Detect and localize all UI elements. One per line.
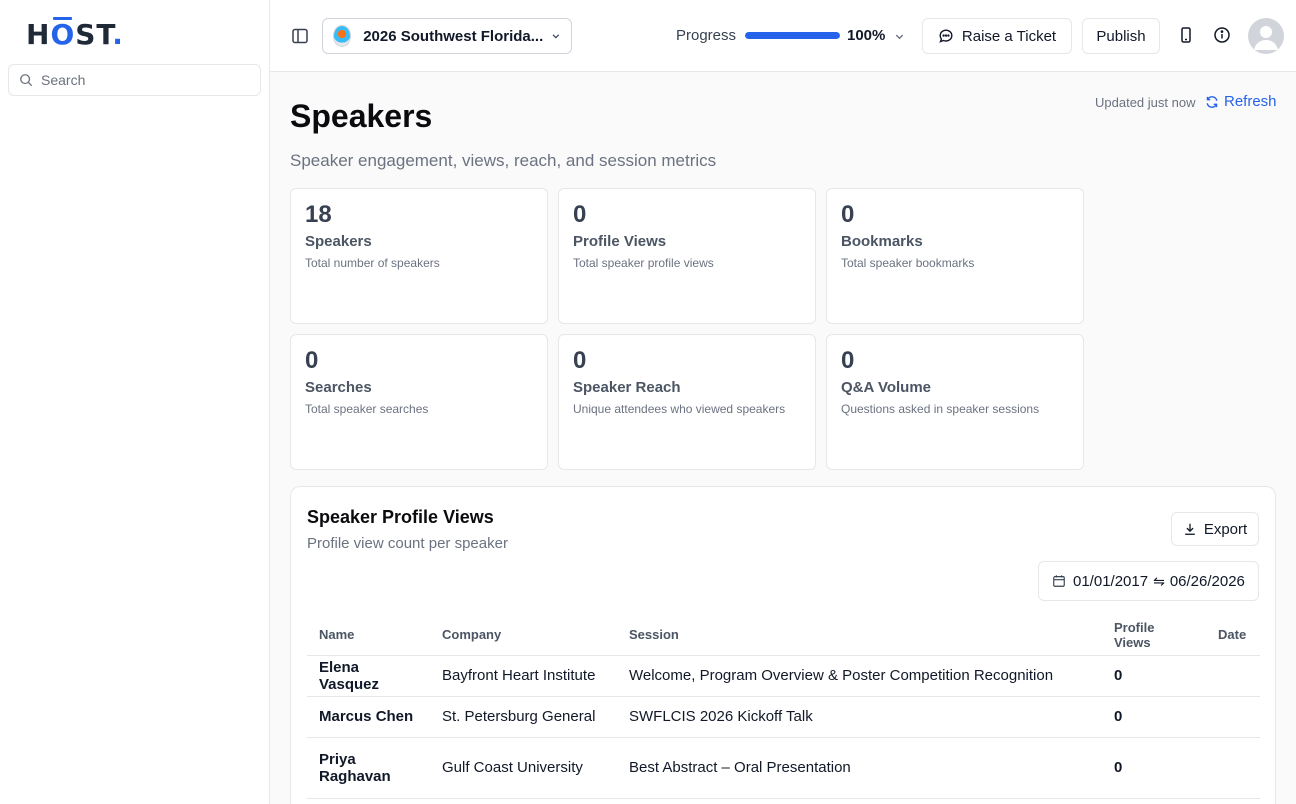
export-button[interactable]: Export [1171, 512, 1259, 546]
progress-label: Progress [676, 27, 737, 44]
swap-icon: ⇋ [1153, 572, 1165, 589]
logo-dot: . [112, 18, 124, 51]
metric-card-profile-views: 0 Profile Views Total speaker profile vi… [558, 188, 816, 324]
cell-profile-views: 0 [1102, 655, 1206, 697]
panel-toggle-icon[interactable] [290, 26, 310, 46]
metric-value: 0 [573, 347, 587, 374]
metric-label: Searches [305, 379, 372, 396]
speaker-views-table: Name Company Session Profile Views Date … [307, 615, 1260, 799]
column-header-profile-views[interactable]: Profile Views [1102, 615, 1206, 656]
metric-value: 0 [841, 347, 855, 374]
logo-letters-st: ST [75, 18, 113, 51]
metric-description: Total speaker searches [305, 402, 429, 416]
metric-card-qa-volume: 0 Q&A Volume Questions asked in speaker … [826, 334, 1084, 470]
metric-description: Questions asked in speaker sessions [841, 402, 1040, 416]
progress-chevron-down-icon[interactable] [894, 31, 905, 42]
raise-ticket-button[interactable]: Raise a Ticket [922, 18, 1072, 54]
logo-letter-h: H [26, 18, 51, 51]
event-selector[interactable]: 2026 Southwest Florida... [322, 18, 572, 54]
metric-card-speaker-reach: 0 Speaker Reach Unique attendees who vie… [558, 334, 816, 470]
metric-description: Unique attendees who viewed speakers [573, 402, 786, 416]
metric-card-bookmarks: 0 Bookmarks Total speaker bookmarks [826, 188, 1084, 324]
table-header-row: Name Company Session Profile Views Date [307, 615, 1260, 656]
metric-description: Total speaker bookmarks [841, 256, 975, 270]
refresh-label: Refresh [1224, 93, 1277, 110]
speaker-profile-views-card: Speaker Profile Views Profile view count… [290, 486, 1276, 804]
page-subtitle: Speaker engagement, views, reach, and se… [290, 151, 717, 170]
raise-ticket-label: Raise a Ticket [961, 27, 1057, 45]
user-avatar-icon [1254, 26, 1278, 50]
updated-status: Updated just now [1095, 95, 1196, 110]
calendar-icon [1053, 575, 1065, 587]
column-header-name[interactable]: Name [307, 615, 430, 656]
phone-icon[interactable] [1177, 26, 1195, 44]
metric-value: 0 [573, 201, 587, 228]
date-to: 06/26/2026 [1169, 572, 1245, 590]
metric-label: Profile Views [573, 233, 667, 250]
top-bar: 2026 Southwest Florida... Progress 100% … [270, 0, 1296, 72]
user-avatar[interactable] [1248, 18, 1284, 54]
metric-description: Total number of speakers [305, 256, 440, 270]
metric-value: 0 [305, 347, 319, 374]
table-row[interactable]: Priya Raghavan Gulf Coast University Best… [307, 737, 1260, 799]
cell-profile-views: 0 [1102, 696, 1206, 738]
metric-value: 0 [841, 201, 855, 228]
cell-date [1206, 696, 1260, 738]
cell-name: Priya Raghavan [307, 737, 430, 799]
cell-date [1206, 655, 1260, 697]
cell-date [1206, 737, 1260, 799]
metric-card-speakers: 18 Speakers Total number of speakers [290, 188, 548, 324]
metric-label: Q&A Volume [841, 379, 932, 396]
table-row[interactable]: Marcus Chen St. Petersburg General SWFLC… [307, 696, 1260, 738]
event-name: 2026 Southwest Florida... [363, 27, 544, 45]
progress-fill [745, 32, 840, 39]
cell-session: Best Abstract – Oral Presentation [617, 737, 1102, 799]
logo-letter-o: O [50, 18, 76, 51]
cell-session: SWFLCIS 2026 Kickoff Talk [617, 696, 1102, 738]
column-header-session[interactable]: Session [617, 615, 1102, 656]
table-card-title: Speaker Profile Views [307, 507, 494, 527]
progress-bar [745, 32, 840, 39]
cell-company: Bayfront Heart Institute [430, 655, 617, 697]
progress-percent: 100% [847, 27, 886, 44]
metric-description: Total speaker profile views [573, 256, 714, 270]
table-card-subtitle: Profile view count per speaker [307, 535, 508, 552]
refresh-icon [1206, 95, 1218, 108]
cell-name-line: Raghavan [319, 767, 391, 785]
sidebar-search[interactable] [8, 64, 261, 96]
info-icon[interactable] [1213, 26, 1231, 44]
date-range-picker[interactable]: 01/01/2017 ⇋ 06/26/2026 [1038, 561, 1259, 601]
export-label: Export [1203, 520, 1248, 538]
column-header-date[interactable]: Date [1206, 615, 1260, 656]
metric-label: Speakers [305, 233, 372, 250]
chat-bubble-icon [939, 29, 953, 43]
cell-company: Gulf Coast University [430, 737, 617, 799]
page-title: Speakers [290, 98, 433, 134]
search-input[interactable] [41, 72, 241, 88]
metric-label: Speaker Reach [573, 379, 681, 396]
host-logo[interactable]: HOST. [26, 18, 124, 51]
metric-card-searches: 0 Searches Total speaker searches [290, 334, 548, 470]
search-icon [20, 74, 33, 87]
cell-name-line: Priya [319, 750, 356, 768]
cell-company: St. Petersburg General [430, 696, 617, 738]
download-icon [1185, 523, 1195, 535]
refresh-button[interactable]: Refresh [1205, 93, 1277, 110]
sidebar: HOST. [0, 0, 270, 804]
cell-session: Welcome, Program Overview & Poster Compe… [617, 655, 1102, 697]
event-logo [333, 25, 352, 47]
cell-profile-views: 0 [1102, 737, 1206, 799]
cell-name: Elena Vasquez [307, 655, 430, 697]
date-from: 01/01/2017 [1073, 572, 1149, 590]
column-header-company[interactable]: Company [430, 615, 617, 656]
metric-value: 18 [305, 201, 332, 228]
publish-button[interactable]: Publish [1082, 18, 1160, 54]
metric-label: Bookmarks [841, 233, 923, 250]
cell-name: Marcus Chen [307, 696, 430, 738]
table-row[interactable]: Elena Vasquez Bayfront Heart Institute W… [307, 655, 1260, 697]
chevron-down-icon [552, 34, 560, 39]
